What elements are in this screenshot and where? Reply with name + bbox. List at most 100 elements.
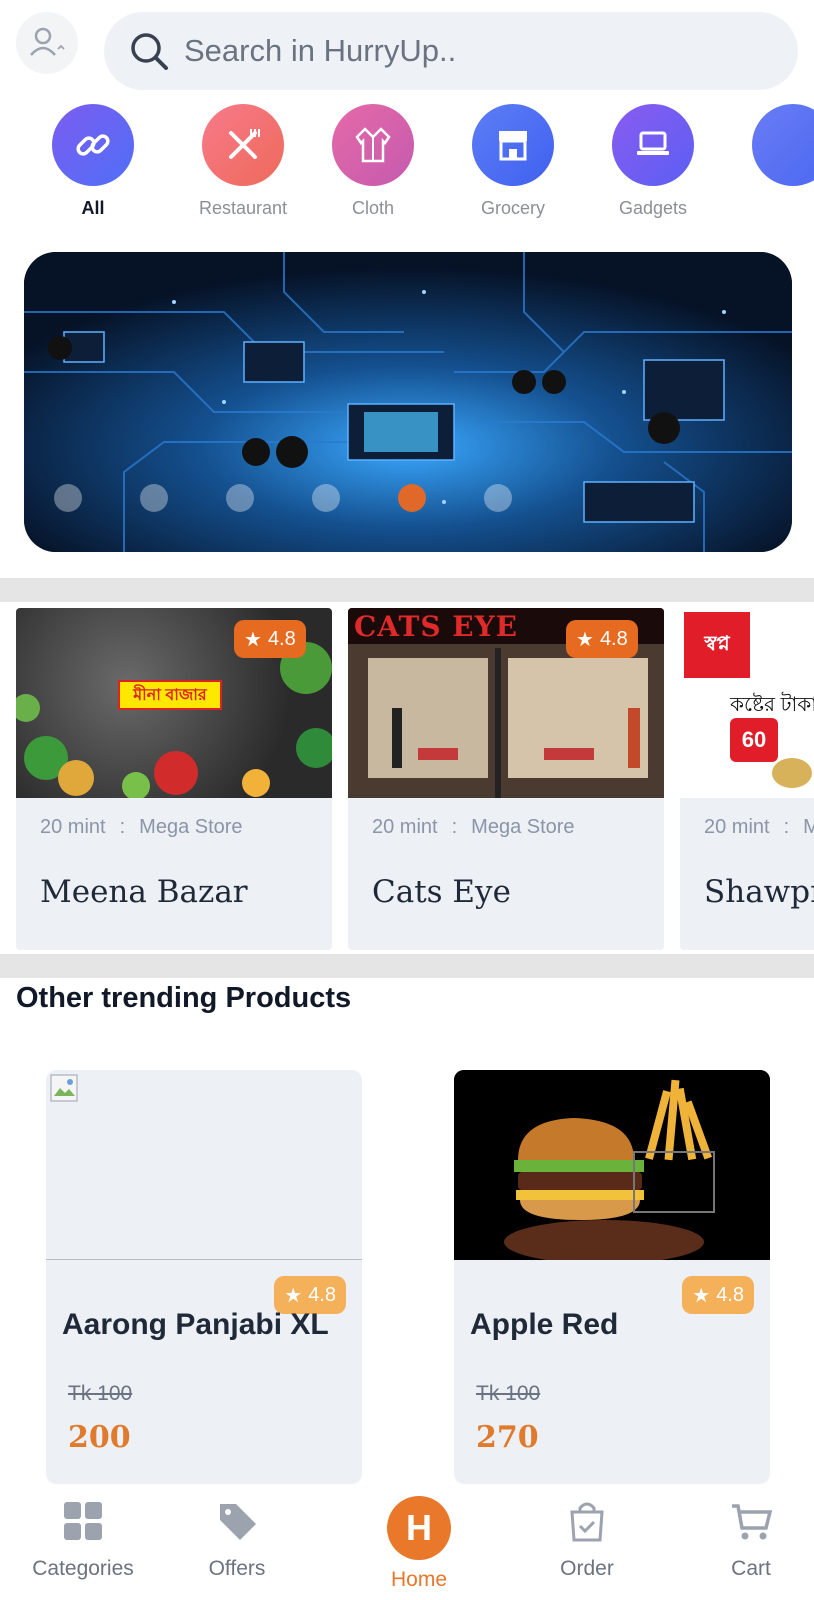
pagination-dot-active[interactable] (398, 484, 426, 512)
link-icon (76, 134, 110, 156)
shawpno-logo: স্বপ্ন (684, 612, 750, 678)
cats-eye-sign: CATS EYE (354, 610, 518, 643)
delivery-time: 20 mint (372, 816, 438, 838)
rating-value: 4.8 (308, 1283, 336, 1306)
profile-avatar[interactable] (16, 12, 78, 74)
store-meta: 20 mint: Mega Store (704, 816, 814, 839)
header: Search in HurryUp.. (0, 0, 814, 100)
grid-icon (64, 1502, 102, 1540)
nav-cart[interactable]: Cart (676, 1486, 814, 1581)
store-type: Mega Store (139, 816, 243, 838)
store-image: স্বপ্ন কষ্টের টাকা 60 (680, 608, 814, 798)
pagination-dot[interactable] (484, 484, 512, 512)
product-old-price: Tk 100 (68, 1382, 133, 1405)
category-strip[interactable]: All Restaurant Cloth Grocery Gadgets (0, 104, 814, 234)
category-gadgets[interactable]: Gadgets (578, 104, 728, 219)
nav-cart-label: Cart (731, 1557, 771, 1580)
product-name: Aarong Panjabi XL (62, 1308, 329, 1341)
category-cloth-circle (332, 104, 414, 186)
laptop-icon (637, 131, 669, 155)
store-type: Mega Store (803, 816, 814, 838)
star-icon: ★ (284, 1284, 303, 1307)
rating-value: 4.8 (267, 627, 296, 650)
star-icon: ★ (244, 628, 262, 651)
store-image: মীনা বাজার ★ 4.8 (16, 608, 332, 798)
store-icon (499, 131, 527, 161)
broken-image-icon (50, 1074, 78, 1102)
fork-knife-icon (229, 129, 260, 159)
category-all-circle (52, 104, 134, 186)
store-name: Cats Eye (372, 874, 511, 910)
nav-offers[interactable]: Offers (162, 1486, 312, 1581)
nav-order-label: Order (560, 1557, 614, 1580)
nav-offers-label: Offers (208, 1557, 266, 1580)
section-divider (0, 578, 814, 602)
rating-badge: ★ 4.8 (566, 620, 638, 658)
store-card[interactable]: মীনা বাজার ★ 4.8 20 mint: Mega Store Meen… (16, 608, 332, 950)
shopping-bag-icon (570, 1502, 604, 1542)
category-gadgets-label: Gadgets (618, 198, 688, 218)
store-name: Meena Bazar (40, 874, 248, 910)
user-icon (30, 27, 65, 56)
store-name: Shawpno (704, 874, 814, 910)
category-grocery[interactable]: Grocery (438, 104, 588, 219)
meta-separator: : (783, 816, 790, 838)
banner-pagination (54, 484, 512, 512)
store-carousel[interactable]: মীনা বাজার ★ 4.8 20 mint: Mega Store Meen… (0, 608, 814, 950)
category-cloth[interactable]: Cloth (298, 104, 448, 219)
nav-order[interactable]: Order (512, 1486, 662, 1581)
star-icon: ★ (692, 1284, 711, 1307)
star-icon: ★ (576, 628, 594, 651)
rating-value: 4.8 (716, 1283, 744, 1306)
rating-value: 4.8 (599, 627, 628, 650)
category-restaurant[interactable]: Restaurant (168, 104, 318, 219)
product-card[interactable]: ★ 4.8 Apple Red Tk 100 270 (454, 1070, 770, 1484)
pagination-dot[interactable] (312, 484, 340, 512)
pagination-dot[interactable] (54, 484, 82, 512)
nav-home[interactable]: H Home (344, 1486, 494, 1592)
tag-icon (220, 1504, 256, 1540)
pagination-dot[interactable] (140, 484, 168, 512)
price-tag-badge: 60 (730, 718, 778, 762)
search-placeholder: Search in HurryUp.. (184, 33, 457, 68)
store-card[interactable]: CATS EYE ★ 4.8 20 mint: Mega Store Cats E… (348, 608, 664, 950)
category-restaurant-label: Restaurant (198, 198, 288, 218)
delivery-time: 20 mint (704, 816, 770, 838)
robe-icon (355, 127, 391, 163)
category-all[interactable]: All (18, 104, 168, 219)
meta-separator: : (119, 816, 126, 838)
pagination-dot[interactable] (226, 484, 254, 512)
nav-categories-label: Categories (32, 1557, 134, 1580)
section-divider (0, 954, 814, 978)
meena-bazar-logo: মীনা বাজার (118, 680, 222, 710)
product-card[interactable]: ★ 4.8 Aarong Panjabi XL Tk 100 200 (46, 1070, 362, 1484)
delivery-time: 20 mint (40, 816, 106, 838)
product-price: 200 (68, 1420, 131, 1455)
product-old-price: Tk 100 (476, 1382, 541, 1405)
search-bar[interactable]: Search in HurryUp.. (104, 12, 798, 90)
store-card[interactable]: স্বপ্ন কষ্টের টাকা 60 20 mint: Mega Store… (680, 608, 814, 950)
section-title: Other trending Products (16, 982, 352, 1014)
product-image (454, 1070, 770, 1260)
potato-image (772, 758, 812, 788)
category-more-circle (752, 104, 814, 186)
category-cloth-label: Cloth (351, 198, 395, 218)
promo-banner[interactable] (24, 252, 792, 552)
category-more[interactable] (718, 104, 814, 186)
category-grocery-circle (472, 104, 554, 186)
meta-separator: : (451, 816, 458, 838)
burger-image (454, 1070, 770, 1260)
product-image-broken (46, 1070, 362, 1260)
store-image: CATS EYE ★ 4.8 (348, 608, 664, 798)
category-grocery-label: Grocery (480, 198, 545, 218)
category-gadgets-circle (612, 104, 694, 186)
product-price: 270 (476, 1420, 539, 1455)
product-name: Apple Red (470, 1308, 619, 1341)
nav-categories[interactable]: Categories (8, 1486, 158, 1581)
store-type: Mega Store (471, 816, 575, 838)
category-restaurant-circle (202, 104, 284, 186)
bottom-nav: Categories Offers H Home Order Cart (0, 1486, 814, 1600)
store-meta: 20 mint: Mega Store (372, 816, 575, 839)
rating-badge: ★ 4.8 (682, 1276, 754, 1314)
cart-icon (732, 1504, 773, 1540)
